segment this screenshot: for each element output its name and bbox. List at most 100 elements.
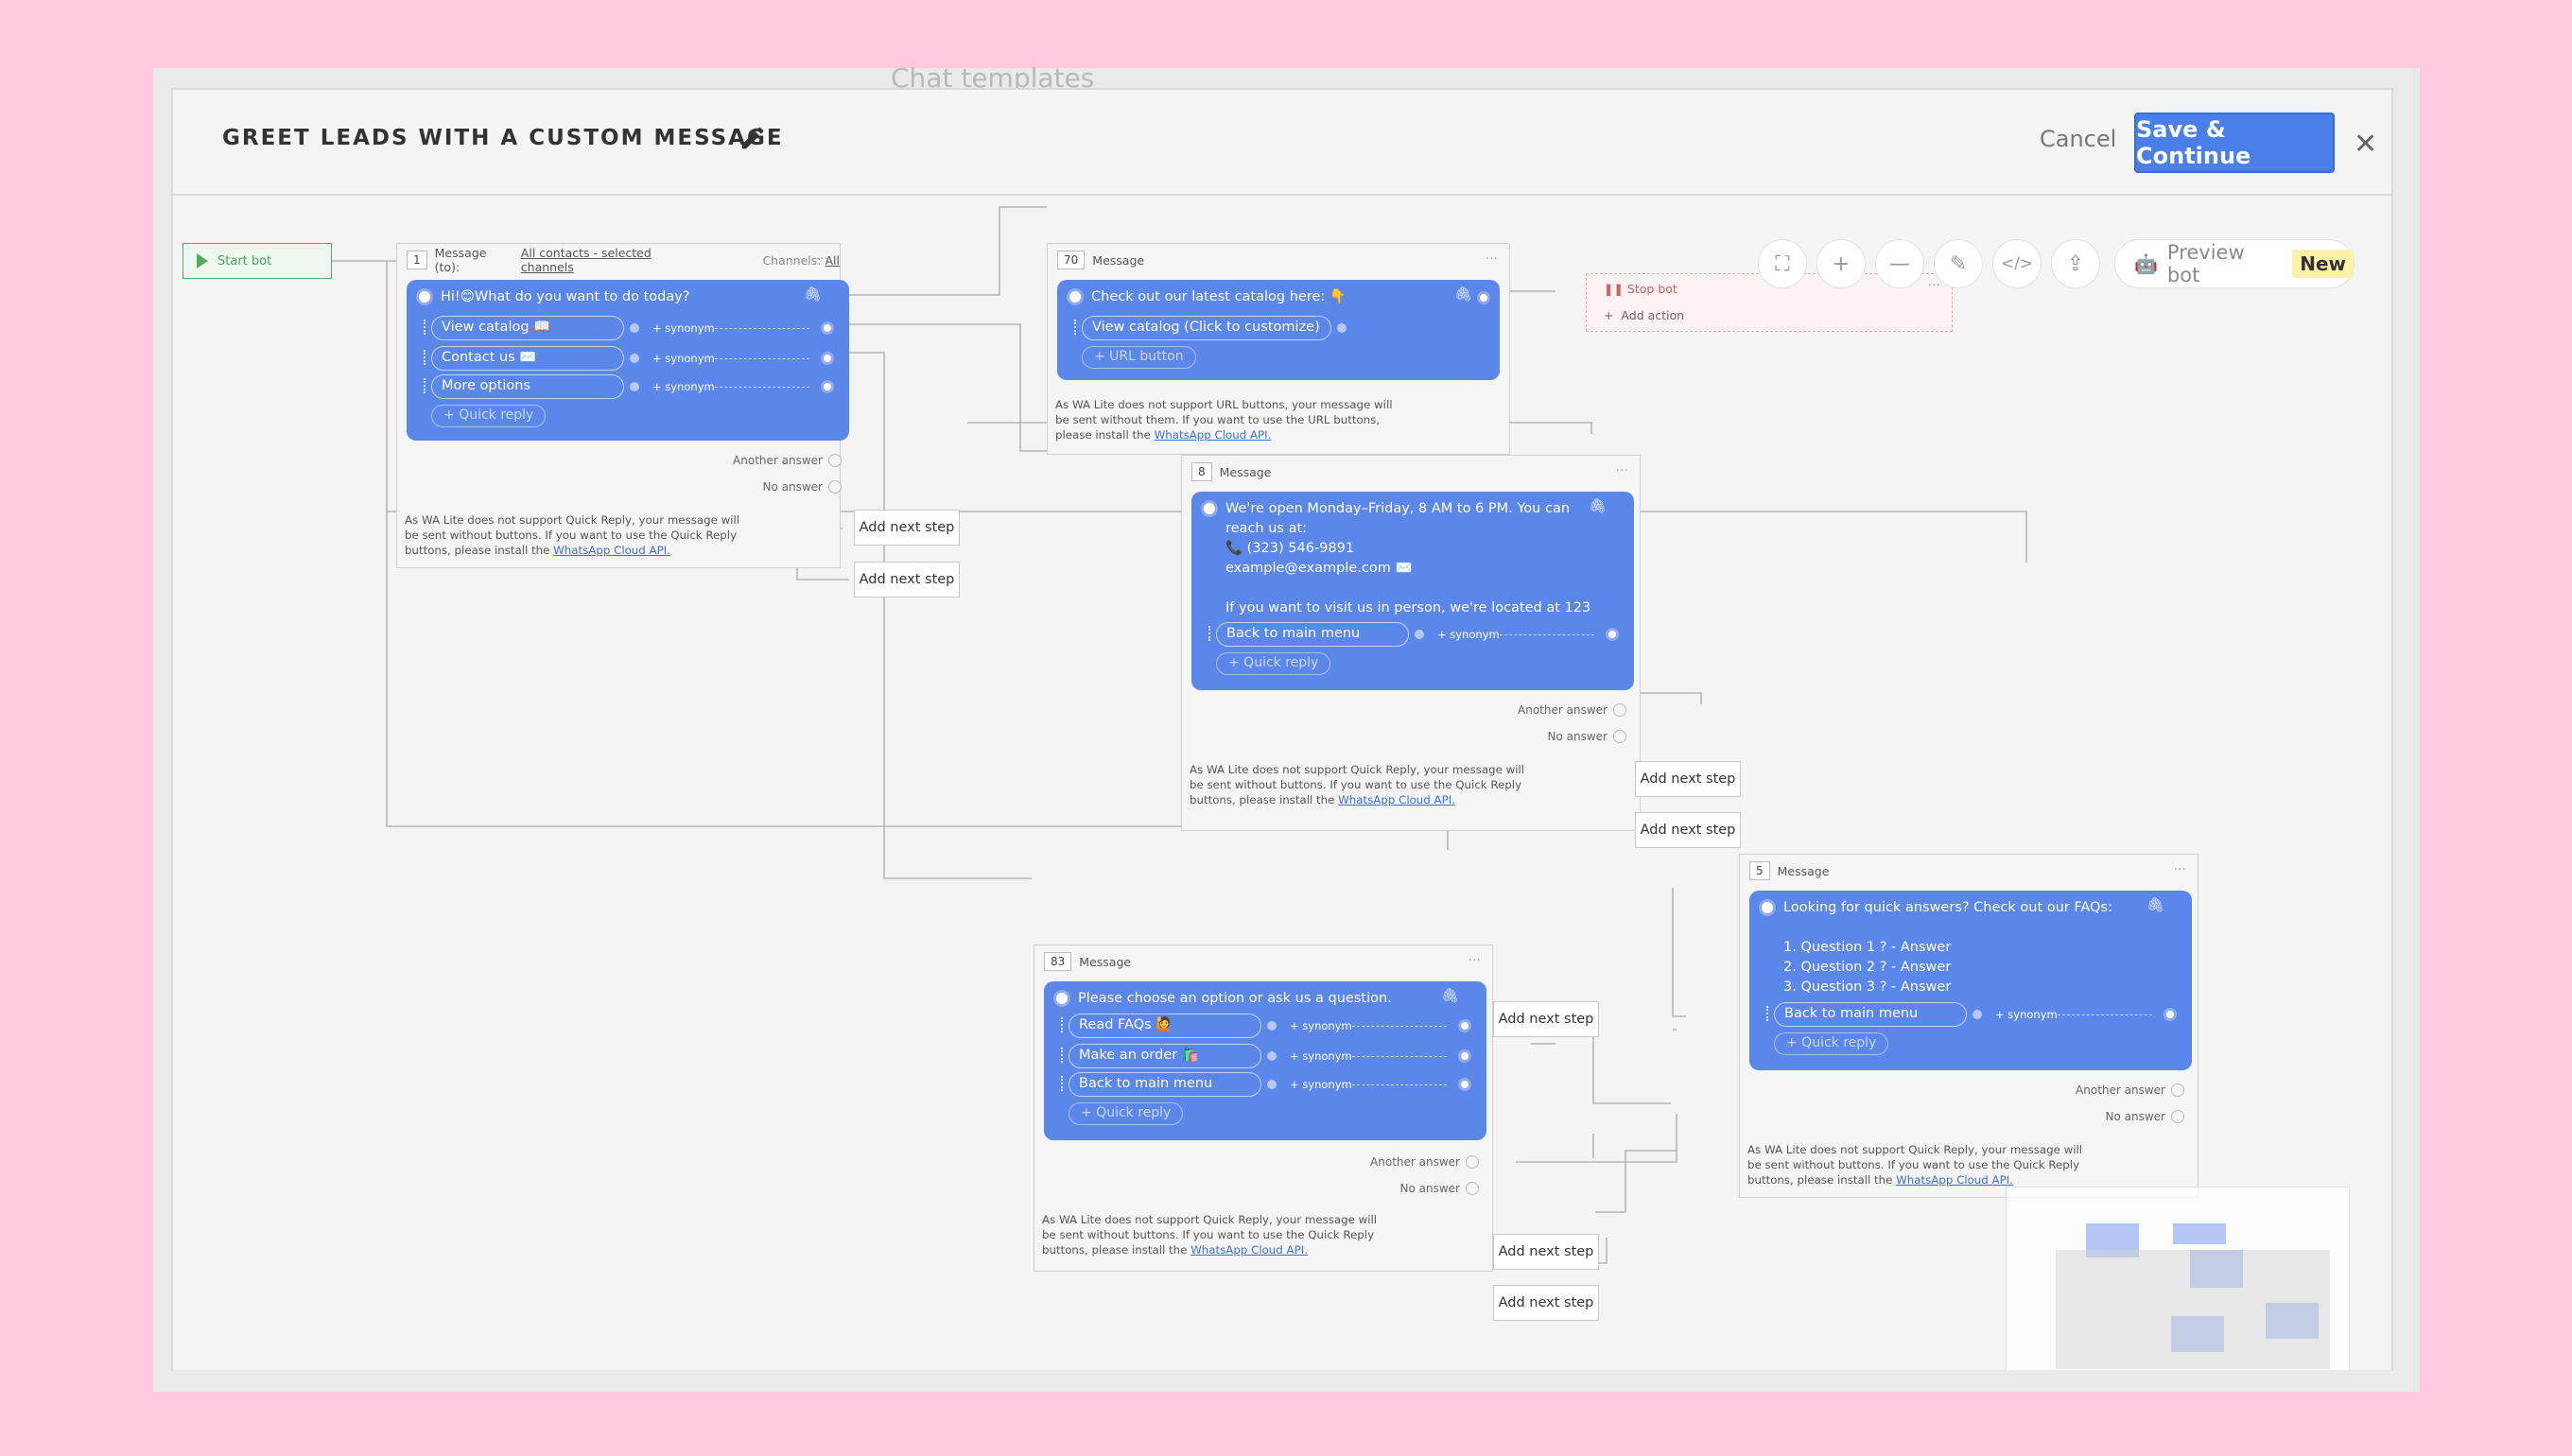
button-settings-icon[interactable] (1267, 1021, 1277, 1031)
node-menu-icon[interactable]: ··· (816, 251, 828, 267)
attachment-icon[interactable]: 🖇 (804, 286, 822, 303)
preview-bot-button[interactable]: 🤖 Preview bot New (2114, 239, 2355, 288)
reply-button-back-to-main-menu[interactable]: Back to main menu (1216, 622, 1409, 647)
output-port[interactable] (1477, 291, 1490, 304)
button-settings-icon[interactable] (1267, 1051, 1277, 1061)
close-icon[interactable]: ✕ (2354, 128, 2377, 161)
minimap-viewport[interactable] (2056, 1250, 2330, 1369)
message-node-70[interactable]: 70 Message ··· Check out our latest cata… (1047, 243, 1510, 455)
synonym-link[interactable]: + synonym (1437, 628, 1500, 641)
reply-button-more-options[interactable]: More options (431, 374, 624, 399)
synonym-link[interactable]: + synonym (1290, 1078, 1352, 1091)
add-next-step-button[interactable]: Add next step (1493, 1234, 1599, 1270)
recipients-link[interactable]: All contacts - selected channels (521, 246, 708, 274)
flow-canvas[interactable]: Start bot 1 Message (to): All contacts -… (173, 198, 2391, 1370)
no-answer-port[interactable] (828, 480, 842, 494)
node-menu-icon[interactable]: ··· (1468, 953, 1481, 968)
synonym-link[interactable]: + synonym (652, 321, 715, 335)
node-menu-icon[interactable]: ··· (2174, 862, 2186, 877)
node-menu-icon[interactable]: ··· (1928, 278, 1940, 293)
export-icon[interactable]: ⇪ (2051, 239, 2100, 288)
drag-handle-icon[interactable] (424, 378, 427, 393)
message-node-1[interactable]: 1 Message (to): All contacts - selected … (396, 243, 849, 568)
magic-wand-icon[interactable]: ✎ (1934, 239, 1983, 288)
button-settings-icon[interactable] (630, 323, 639, 333)
add-quick-reply-button[interactable]: + Quick reply (1069, 1102, 1184, 1125)
drag-handle-icon[interactable] (1208, 626, 1212, 641)
edit-pencil-icon[interactable] (739, 124, 767, 152)
add-quick-reply-button[interactable]: + Quick reply (431, 405, 547, 427)
whatsapp-cloud-api-link[interactable]: WhatsApp Cloud API. (553, 544, 670, 557)
another-answer-port[interactable] (828, 454, 842, 467)
synonym-link[interactable]: + synonym (1995, 1008, 2058, 1021)
output-port[interactable] (1458, 1078, 1471, 1091)
zoom-in-icon[interactable]: + (1816, 239, 1866, 288)
drag-handle-icon[interactable] (424, 320, 427, 335)
reply-button-contact-us[interactable]: Contact us ✉️ (431, 346, 624, 371)
attachment-icon[interactable]: 🖇 (1589, 497, 1607, 514)
add-next-step-button[interactable]: Add next step (854, 562, 960, 598)
minimap[interactable] (2006, 1187, 2350, 1370)
attachment-icon[interactable]: 🖇 (1454, 286, 1472, 303)
message-card[interactable]: Hi!😊What do you want to do today? 🖇 View… (407, 280, 849, 441)
reply-button-make-an-order[interactable]: Make an order 🛍️ (1069, 1044, 1261, 1068)
reply-button-back-to-main-menu[interactable]: Back to main menu (1069, 1072, 1261, 1097)
drag-handle-icon[interactable] (1766, 1006, 1770, 1021)
message-card[interactable]: Looking for quick answers? Check out our… (1749, 891, 2192, 1070)
no-answer-port[interactable] (1613, 730, 1626, 743)
reply-button-view-catalog[interactable]: View catalog 📖 (431, 316, 624, 340)
message-node-83[interactable]: 83 Message ··· Please choose an option o… (1034, 945, 1493, 1272)
synonym-link[interactable]: + synonym (1290, 1049, 1352, 1063)
drag-handle-icon[interactable] (1061, 1017, 1065, 1032)
add-next-step-button[interactable]: Add next step (1493, 1001, 1599, 1037)
reply-button-back-to-main-menu[interactable]: Back to main menu (1774, 1002, 1967, 1027)
synonym-link[interactable]: + synonym (652, 380, 715, 393)
start-bot-node[interactable]: Start bot (182, 243, 332, 279)
button-settings-icon[interactable] (1415, 630, 1424, 639)
zoom-out-icon[interactable]: — (1875, 239, 1924, 288)
output-port[interactable] (1606, 628, 1619, 641)
drag-handle-icon[interactable] (1074, 320, 1078, 335)
button-settings-icon[interactable] (630, 382, 639, 391)
save-continue-button[interactable]: Save & Continue (2134, 113, 2335, 173)
button-settings-icon[interactable] (1267, 1080, 1277, 1089)
output-port[interactable] (821, 380, 834, 393)
output-port[interactable] (2164, 1008, 2177, 1021)
cancel-button[interactable]: Cancel (2040, 126, 2116, 152)
add-url-button[interactable]: + URL button (1082, 346, 1196, 369)
fullscreen-icon[interactable]: ⛶ (1758, 239, 1807, 288)
no-answer-port[interactable] (2171, 1110, 2184, 1123)
code-icon[interactable]: </> (1992, 239, 2042, 288)
button-settings-icon[interactable] (1337, 323, 1347, 333)
reply-button-read-faqs[interactable]: Read FAQs 🙋 (1069, 1014, 1261, 1038)
add-next-step-button[interactable]: Add next step (1493, 1285, 1599, 1321)
output-port[interactable] (821, 321, 834, 335)
drag-handle-icon[interactable] (1061, 1048, 1065, 1063)
add-action-button[interactable]: + Add action (1604, 308, 1684, 322)
node-menu-icon[interactable]: ··· (1486, 251, 1498, 267)
synonym-link[interactable]: + synonym (1290, 1019, 1352, 1032)
node-menu-icon[interactable]: ··· (1616, 463, 1628, 478)
whatsapp-cloud-api-link[interactable]: WhatsApp Cloud API. (1338, 793, 1455, 806)
whatsapp-cloud-api-link[interactable]: WhatsApp Cloud API. (1155, 428, 1272, 442)
whatsapp-cloud-api-link[interactable]: WhatsApp Cloud API. (1190, 1243, 1308, 1257)
attachment-icon[interactable]: 🖇 (2146, 896, 2164, 913)
message-card[interactable]: Check out our latest catalog here: 👇 🖇 V… (1057, 280, 1500, 380)
button-settings-icon[interactable] (1972, 1010, 1982, 1019)
attachment-icon[interactable]: 🖇 (1441, 987, 1459, 1004)
output-port[interactable] (1458, 1049, 1471, 1063)
whatsapp-cloud-api-link[interactable]: WhatsApp Cloud API. (1896, 1173, 2013, 1187)
another-answer-port[interactable] (2171, 1083, 2184, 1097)
add-quick-reply-button[interactable]: + Quick reply (1774, 1032, 1889, 1055)
synonym-link[interactable]: + synonym (652, 352, 715, 365)
message-card[interactable]: We're open Monday–Friday, 8 AM to 6 PM. … (1191, 492, 1634, 690)
another-answer-port[interactable] (1613, 703, 1626, 717)
output-port[interactable] (1458, 1019, 1471, 1032)
add-next-step-button[interactable]: Add next step (1635, 761, 1741, 797)
message-node-5[interactable]: 5 Message ··· Looking for quick answers?… (1739, 854, 2198, 1198)
add-next-step-button[interactable]: Add next step (1635, 812, 1741, 848)
no-answer-port[interactable] (1466, 1182, 1479, 1195)
button-settings-icon[interactable] (630, 354, 639, 363)
message-node-8[interactable]: 8 Message ··· We're open Monday–Friday, … (1181, 455, 1641, 831)
add-next-step-button[interactable]: Add next step (854, 510, 960, 546)
